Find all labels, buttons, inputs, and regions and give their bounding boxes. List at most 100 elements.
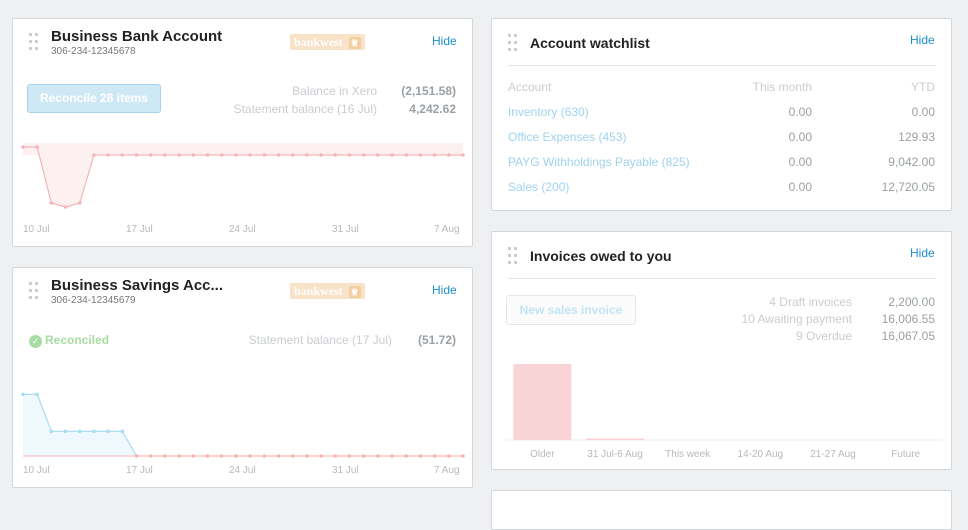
data-point bbox=[276, 153, 281, 157]
data-point bbox=[290, 454, 295, 458]
data-point bbox=[418, 454, 423, 458]
axis-label: 31 Jul bbox=[332, 465, 359, 476]
drag-handle-icon[interactable] bbox=[508, 247, 518, 265]
data-point bbox=[219, 454, 224, 458]
category-label: Older bbox=[530, 449, 555, 460]
bar bbox=[586, 438, 644, 440]
category-label: 21-27 Aug bbox=[810, 449, 856, 460]
watchlist-month-value: 0.00 bbox=[788, 180, 812, 194]
data-point bbox=[77, 429, 82, 434]
invoice-stat-label: 10 Awaiting payment bbox=[741, 312, 852, 326]
watchlist-account-link[interactable]: PAYG Withholdings Payable (825) bbox=[508, 155, 690, 169]
column-header-ytd: YTD bbox=[911, 80, 935, 94]
data-point bbox=[376, 454, 380, 458]
data-point bbox=[333, 153, 338, 157]
data-point bbox=[305, 153, 309, 157]
data-point bbox=[319, 454, 323, 458]
account-title[interactable]: Business Bank Account bbox=[51, 28, 222, 45]
crest-icon: ♕ bbox=[348, 37, 361, 50]
watchlist-account-link[interactable]: Sales (200) bbox=[508, 180, 569, 194]
data-point bbox=[177, 153, 181, 157]
data-point bbox=[390, 153, 394, 157]
watchlist-month-value: 0.00 bbox=[788, 105, 812, 119]
data-point bbox=[177, 454, 181, 458]
data-point bbox=[106, 153, 110, 157]
data-point bbox=[63, 429, 68, 434]
balance-xero-value: (2,151.58) bbox=[401, 84, 456, 98]
data-point bbox=[432, 153, 437, 157]
data-point bbox=[432, 454, 437, 458]
axis-label: 17 Jul bbox=[126, 465, 153, 476]
hide-button[interactable]: Hide bbox=[432, 283, 457, 297]
data-point bbox=[205, 153, 210, 157]
axis-label: 7 Aug bbox=[434, 465, 460, 476]
data-point bbox=[191, 153, 196, 157]
data-point bbox=[404, 454, 409, 458]
data-point bbox=[35, 145, 39, 149]
data-point bbox=[361, 454, 366, 458]
data-point bbox=[305, 454, 309, 458]
account-title[interactable]: Business Savings Acc... bbox=[51, 277, 223, 294]
axis-label: 17 Jul bbox=[126, 224, 153, 235]
invoice-stat-label: 4 Draft invoices bbox=[769, 295, 852, 309]
statement-balance-value: 4,242.62 bbox=[409, 102, 456, 116]
data-point bbox=[262, 153, 267, 157]
data-point bbox=[376, 153, 380, 157]
data-point bbox=[418, 153, 423, 157]
chart-band bbox=[23, 143, 463, 155]
data-point bbox=[77, 201, 82, 205]
watchlist-account-link[interactable]: Inventory (630) bbox=[508, 105, 589, 119]
watchlist-month-value: 0.00 bbox=[788, 155, 812, 169]
drag-handle-icon[interactable] bbox=[508, 34, 518, 52]
data-point bbox=[404, 153, 409, 157]
divider bbox=[508, 65, 936, 66]
account-number: 306-234-12345678 bbox=[51, 46, 136, 57]
data-point bbox=[92, 153, 96, 157]
data-point bbox=[120, 153, 125, 157]
data-point bbox=[21, 392, 25, 397]
data-point bbox=[347, 454, 352, 458]
watchlist-account-link[interactable]: Office Expenses (453) bbox=[508, 130, 627, 144]
data-point bbox=[248, 454, 252, 458]
data-point bbox=[461, 454, 465, 458]
invoices-title: Invoices owed to you bbox=[530, 248, 672, 264]
watchlist-title: Account watchlist bbox=[530, 35, 650, 51]
data-point bbox=[447, 153, 451, 157]
statement-balance-label: Statement balance (17 Jul) bbox=[248, 333, 392, 347]
bank-logo: bankwest ♕ bbox=[290, 283, 365, 299]
category-label: This week bbox=[665, 449, 711, 460]
watchlist-ytd-value: 129.93 bbox=[898, 130, 935, 144]
reconcile-button[interactable]: Reconcile 28 items bbox=[27, 84, 161, 113]
new-sales-invoice-button[interactable]: New sales invoice bbox=[506, 295, 636, 325]
statement-balance-value: (51.72) bbox=[417, 333, 456, 347]
data-point bbox=[361, 153, 366, 157]
series-area bbox=[23, 147, 463, 207]
hide-button[interactable]: Hide bbox=[432, 34, 457, 48]
data-point bbox=[35, 392, 39, 397]
invoice-stat-value: 2,200.00 bbox=[888, 295, 935, 309]
data-point bbox=[49, 201, 54, 205]
data-point bbox=[248, 153, 252, 157]
drag-handle-icon[interactable] bbox=[29, 33, 39, 51]
account-number: 306-234-12345679 bbox=[51, 295, 136, 306]
watchlist-month-value: 0.00 bbox=[788, 130, 812, 144]
data-point bbox=[21, 145, 25, 149]
statement-balance-label: Statement balance (16 Jul) bbox=[233, 102, 377, 116]
category-label: 31 Jul-6 Aug bbox=[587, 449, 643, 460]
category-label: 14-20 Aug bbox=[738, 449, 784, 460]
hide-button[interactable]: Hide bbox=[910, 246, 935, 260]
axis-label: 31 Jul bbox=[332, 224, 359, 235]
data-point bbox=[234, 454, 238, 458]
drag-handle-icon[interactable] bbox=[29, 282, 39, 300]
data-point bbox=[276, 454, 281, 458]
watchlist-ytd-value: 12,720.05 bbox=[881, 180, 935, 194]
data-point bbox=[163, 153, 167, 157]
data-point bbox=[262, 454, 267, 458]
invoice-stat-label: 9 Overdue bbox=[795, 329, 852, 343]
crest-icon: ♕ bbox=[348, 286, 361, 299]
bank-logo: bankwest ♕ bbox=[290, 34, 365, 50]
hide-button[interactable]: Hide bbox=[910, 33, 935, 47]
invoices-aging-chart: Older 31 Jul-6 Aug This week 14-20 Aug 21-27… bbox=[506, 364, 942, 460]
data-point bbox=[290, 153, 295, 157]
column-header-account: Account bbox=[508, 80, 552, 94]
